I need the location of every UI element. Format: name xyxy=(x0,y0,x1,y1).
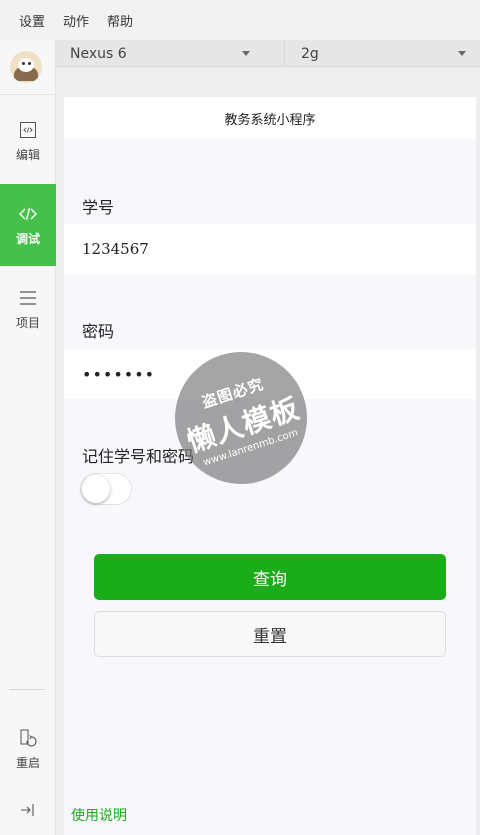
menu-lines-icon xyxy=(20,290,36,305)
menu-actions[interactable]: 动作 xyxy=(54,11,98,30)
page-title: 教务系统小程序 xyxy=(64,97,476,139)
help-link[interactable]: 使用说明 xyxy=(71,805,127,825)
code-file-icon xyxy=(20,121,36,138)
query-button[interactable]: 查询 xyxy=(94,554,446,600)
remember-switch[interactable] xyxy=(80,473,132,505)
divider xyxy=(0,94,56,95)
sidebar-item-restart[interactable]: 重启 xyxy=(0,708,56,790)
network-select-value: 2g xyxy=(301,45,319,62)
device-toolbar: Nexus 6 2g xyxy=(56,40,480,67)
sidebar-item-label: 调试 xyxy=(15,231,40,246)
device-select-value: Nexus 6 xyxy=(70,45,127,62)
sidebar-item-label: 项目 xyxy=(15,315,40,330)
divider xyxy=(9,689,45,690)
restart-icon xyxy=(20,729,37,746)
menu-bar: 设置 动作 帮助 xyxy=(0,0,480,40)
menu-settings[interactable]: 设置 xyxy=(10,11,54,30)
sidebar-item-label: 重启 xyxy=(15,755,40,770)
sidebar-item-edit[interactable]: 编辑 xyxy=(0,100,56,182)
password-label: 密码 xyxy=(82,322,115,341)
network-select[interactable]: 2g xyxy=(284,40,480,67)
student-id-label: 学号 xyxy=(82,198,115,217)
switch-knob xyxy=(82,475,110,503)
avatar[interactable] xyxy=(10,51,42,83)
chevron-down-icon xyxy=(242,51,250,56)
student-id-input[interactable]: 1234567 xyxy=(64,224,476,274)
sidebar-item-collapse[interactable] xyxy=(0,800,56,835)
reset-button[interactable]: 重置 xyxy=(94,611,446,657)
sidebar-item-label: 编辑 xyxy=(15,147,40,162)
sidebar: 编辑 调试 项目 重启 xyxy=(0,40,56,835)
device-select[interactable]: Nexus 6 xyxy=(70,40,266,67)
menu-help[interactable]: 帮助 xyxy=(98,11,142,30)
sidebar-item-debug[interactable]: 调试 xyxy=(0,184,56,266)
sidebar-item-project[interactable]: 项目 xyxy=(0,268,56,350)
chevron-down-icon xyxy=(458,51,466,56)
code-icon xyxy=(19,207,37,220)
remember-label: 记住学号和密码 xyxy=(82,447,195,466)
collapse-icon xyxy=(21,804,34,816)
